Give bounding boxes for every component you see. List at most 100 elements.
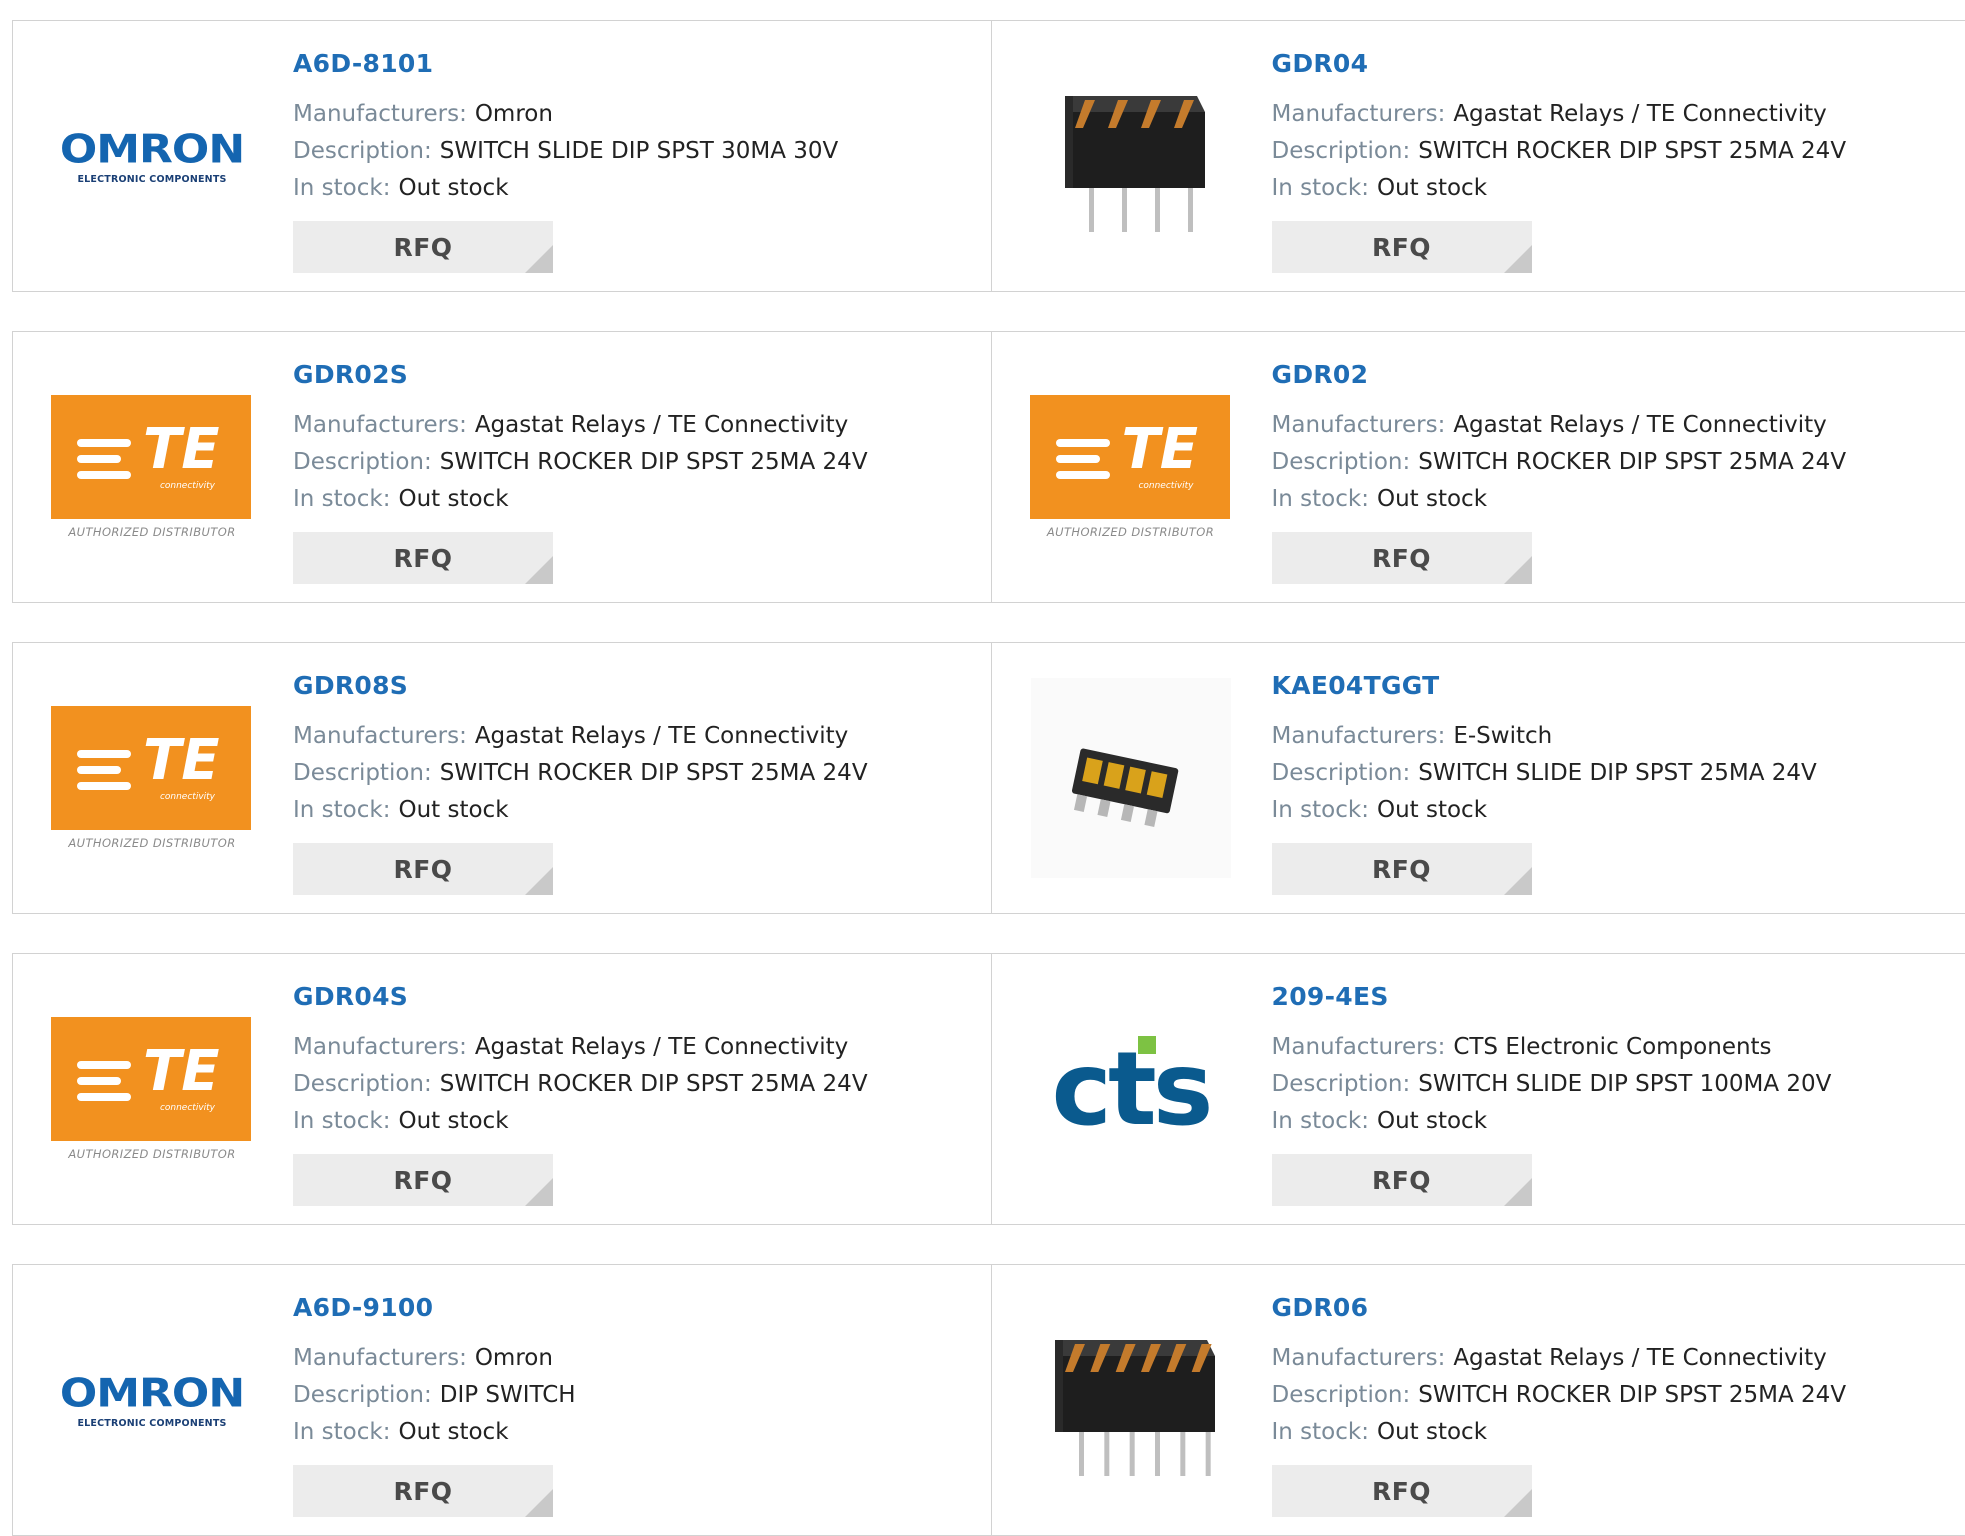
rfq-button[interactable]: RFQ bbox=[1272, 843, 1532, 895]
product-row: OMRONELECTRONIC COMPONENTS A6D-9100 Manufa… bbox=[12, 1264, 1965, 1536]
stock-line: In stock:Out stock bbox=[1272, 1103, 1956, 1140]
product-card: cts209-4ESManufacturers:CTS Electronic C… bbox=[991, 954, 1965, 1224]
rfq-button[interactable]: RFQ bbox=[293, 843, 553, 895]
description-label: Description: bbox=[293, 449, 432, 475]
stock-value: Out stock bbox=[1377, 1419, 1487, 1445]
description-label: Description: bbox=[293, 138, 432, 164]
rfq-button[interactable]: RFQ bbox=[1272, 1465, 1532, 1517]
description-line: Description:SWITCH ROCKER DIP SPST 25MA … bbox=[293, 444, 981, 481]
stock-label: In stock: bbox=[1272, 797, 1369, 823]
description-label: Description: bbox=[1272, 1382, 1411, 1408]
product-thumbnail[interactable] bbox=[1030, 677, 1232, 879]
manufacturer-label: Manufacturers: bbox=[1272, 412, 1446, 438]
part-number-link[interactable]: GDR04 bbox=[1272, 49, 1369, 78]
part-number-link[interactable]: A6D-8101 bbox=[293, 49, 433, 78]
part-number-link[interactable]: KAE04TGGT bbox=[1272, 671, 1440, 700]
rfq-button[interactable]: RFQ bbox=[293, 1465, 553, 1517]
product-thumbnail[interactable]: TEconnectivityAUTHORIZED DISTRIBUTOR bbox=[51, 366, 253, 568]
manufacturer-line: Manufacturers:Agastat Relays / TE Connec… bbox=[293, 407, 981, 444]
cts-logo: cts bbox=[1052, 1030, 1210, 1149]
manufacturer-label: Manufacturers: bbox=[1272, 1034, 1446, 1060]
stock-line: In stock:Out stock bbox=[293, 1414, 981, 1451]
product-row: TEconnectivityAUTHORIZED DISTRIBUTOR GDR0… bbox=[12, 953, 1965, 1225]
product-thumbnail[interactable]: TEconnectivityAUTHORIZED DISTRIBUTOR bbox=[1030, 366, 1232, 568]
part-number-link[interactable]: 209-4ES bbox=[1272, 982, 1389, 1011]
te-connectivity-logo: TEconnectivityAUTHORIZED DISTRIBUTOR bbox=[51, 706, 253, 850]
product-row: OMRONELECTRONIC COMPONENTS A6D-8101 Manufa… bbox=[12, 20, 1965, 292]
product-row: TEconnectivityAUTHORIZED DISTRIBUTOR GDR0… bbox=[12, 642, 1965, 914]
stock-label: In stock: bbox=[1272, 175, 1369, 201]
description-line: Description: SWITCH ROCKER DIP SPST 25MA … bbox=[1272, 1377, 1956, 1414]
product-thumbnail[interactable]: TEconnectivityAUTHORIZED DISTRIBUTOR bbox=[51, 677, 253, 879]
part-number-link[interactable]: GDR02 bbox=[1272, 360, 1369, 389]
manufacturer-label: Manufacturers: bbox=[293, 101, 467, 127]
part-number-link[interactable]: GDR02S bbox=[293, 360, 408, 389]
manufacturer-line: Manufacturers: E-Switch bbox=[1272, 718, 1956, 755]
stock-line: In stock: Out stock bbox=[1272, 481, 1956, 518]
description-value: SWITCH ROCKER DIP SPST 25MA 24V bbox=[1418, 1382, 1846, 1408]
description-label: Description: bbox=[1272, 449, 1411, 475]
description-label: Description: bbox=[293, 1071, 432, 1097]
part-number-link[interactable]: A6D-9100 bbox=[293, 1293, 433, 1322]
product-thumbnail[interactable]: OMRONELECTRONIC COMPONENTS bbox=[51, 55, 253, 257]
part-number-link[interactable]: GDR04S bbox=[293, 982, 408, 1011]
description-label: Description: bbox=[293, 1382, 432, 1408]
description-label: Description: bbox=[1272, 1071, 1411, 1097]
manufacturer-label: Manufacturers: bbox=[293, 1034, 467, 1060]
manufacturer-value: Agastat Relays / TE Connectivity bbox=[475, 723, 848, 749]
description-line: Description:SWITCH ROCKER DIP SPST 25MA … bbox=[293, 1066, 981, 1103]
rfq-button[interactable]: RFQ bbox=[293, 532, 553, 584]
description-value: DIP SWITCH bbox=[440, 1382, 576, 1408]
description-line: Description:SWITCH SLIDE DIP SPST 30MA 3… bbox=[293, 133, 981, 170]
rfq-button[interactable]: RFQ bbox=[293, 221, 553, 273]
stock-label: In stock: bbox=[293, 175, 390, 201]
stock-label: In stock: bbox=[293, 797, 390, 823]
product-thumbnail[interactable]: OMRONELECTRONIC COMPONENTS bbox=[51, 1299, 253, 1501]
manufacturer-value: Omron bbox=[475, 1345, 553, 1371]
product-card: GDR04Manufacturers:Agastat Relays / TE C… bbox=[991, 21, 1965, 291]
manufacturer-line: Manufacturers: Omron bbox=[293, 1340, 981, 1377]
te-connectivity-logo: TEconnectivityAUTHORIZED DISTRIBUTOR bbox=[51, 1017, 253, 1161]
product-row: TEconnectivityAUTHORIZED DISTRIBUTOR GDR0… bbox=[12, 331, 1965, 603]
manufacturer-line: Manufacturers:Agastat Relays / TE Connec… bbox=[1272, 1340, 1956, 1377]
stock-label: In stock: bbox=[1272, 1419, 1369, 1445]
product-card: GDR06 Manufacturers:Agastat Relays / TE C… bbox=[991, 1265, 1965, 1535]
manufacturer-label: Manufacturers: bbox=[1272, 723, 1446, 749]
product-card: KAE04TGGTManufacturers:E-SwitchDescripti… bbox=[991, 643, 1965, 913]
rfq-button[interactable]: RFQ bbox=[1272, 1154, 1532, 1206]
manufacturer-label: Manufacturers: bbox=[293, 723, 467, 749]
rfq-button[interactable]: RFQ bbox=[293, 1154, 553, 1206]
stock-label: In stock: bbox=[1272, 486, 1369, 512]
stock-line: In stock: Out stock bbox=[1272, 1414, 1956, 1451]
stock-value: Out stock bbox=[1377, 1108, 1487, 1134]
manufacturer-line: Manufacturers:Omron bbox=[293, 96, 981, 133]
description-line: Description:SWITCH ROCKER DIP SPST 25MA … bbox=[1272, 444, 1956, 481]
product-thumbnail[interactable] bbox=[1030, 55, 1232, 257]
stock-value: Out stock bbox=[398, 797, 508, 823]
stock-value: Out stock bbox=[1377, 486, 1487, 512]
product-thumbnail[interactable]: TEconnectivityAUTHORIZED DISTRIBUTOR bbox=[51, 988, 253, 1190]
product-thumbnail[interactable]: cts bbox=[1030, 988, 1232, 1190]
description-value: SWITCH ROCKER DIP SPST 25MA 24V bbox=[1418, 138, 1846, 164]
rfq-button[interactable]: RFQ bbox=[1272, 532, 1532, 584]
manufacturer-value: Agastat Relays / TE Connectivity bbox=[1453, 412, 1826, 438]
manufacturer-label: Manufacturers: bbox=[293, 1345, 467, 1371]
product-card: TEconnectivityAUTHORIZED DISTRIBUTOR GDR0… bbox=[13, 954, 991, 1224]
stock-line: In stock:Out stock bbox=[1272, 170, 1956, 207]
product-thumbnail[interactable] bbox=[1030, 1299, 1232, 1501]
manufacturer-value: Agastat Relays / TE Connectivity bbox=[1453, 1345, 1826, 1371]
stock-value: Out stock bbox=[398, 1419, 508, 1445]
te-connectivity-logo: TEconnectivityAUTHORIZED DISTRIBUTOR bbox=[51, 395, 253, 539]
description-line: Description: DIP SWITCH bbox=[293, 1377, 981, 1414]
manufacturer-value: E-Switch bbox=[1453, 723, 1552, 749]
stock-line: In stock: Out stock bbox=[293, 170, 981, 207]
stock-value: Out stock bbox=[1377, 797, 1487, 823]
manufacturer-label: Manufacturers: bbox=[1272, 101, 1446, 127]
product-card: TEconnectivityAUTHORIZED DISTRIBUTOR GDR0… bbox=[991, 332, 1965, 602]
stock-value: Out stock bbox=[398, 1108, 508, 1134]
rfq-button[interactable]: RFQ bbox=[1272, 221, 1532, 273]
stock-value: Out stock bbox=[398, 175, 508, 201]
omron-logo: OMRONELECTRONIC COMPONENTS bbox=[51, 128, 253, 185]
part-number-link[interactable]: GDR08S bbox=[293, 671, 408, 700]
part-number-link[interactable]: GDR06 bbox=[1272, 1293, 1369, 1322]
